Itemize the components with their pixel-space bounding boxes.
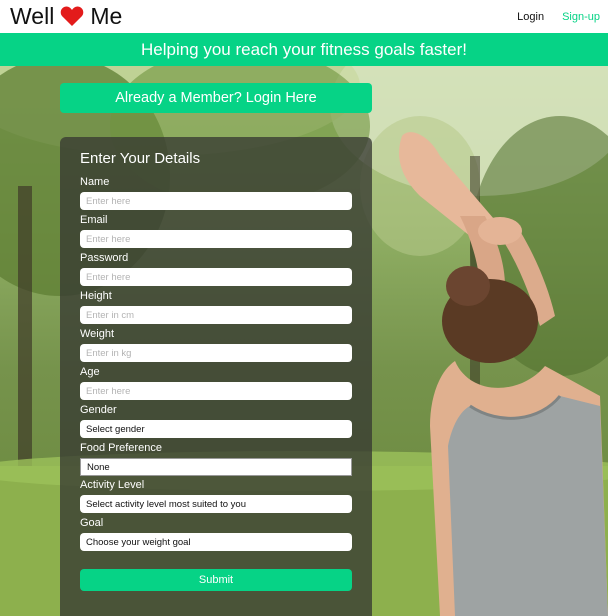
email-label: Email [80,214,108,226]
gender-label: Gender [80,404,117,416]
food-preference-select[interactable]: None [80,458,352,476]
signup-form-card: Enter Your Details Name Email Password H… [60,137,372,616]
gender-select[interactable]: Select gender [80,420,352,438]
submit-button[interactable]: Submit [80,569,352,591]
activity-level-label: Activity Level [80,479,145,491]
activity-level-select[interactable]: Select activity level most suited to you [80,495,352,513]
tagline-banner: Helping you reach your fitness goals fas… [0,33,608,66]
weight-label: Weight [80,328,115,340]
email-input[interactable] [80,230,352,248]
age-label: Age [80,366,100,378]
nav-links: Login Sign-up [517,0,600,33]
member-login-button[interactable]: Already a Member? Login Here [60,83,372,113]
password-label: Password [80,252,129,264]
nav-signup-link[interactable]: Sign-up [562,11,600,23]
height-label: Height [80,290,112,302]
weight-input[interactable] [80,344,352,362]
height-input[interactable] [80,306,352,324]
brand-logo[interactable]: Well Me [10,2,122,30]
heart-icon [61,6,84,26]
brand-text-right: Me [90,2,123,29]
age-input[interactable] [80,382,352,400]
nav-login-link[interactable]: Login [517,11,544,23]
goal-select[interactable]: Choose your weight goal [80,533,352,551]
brand-text-left: Well [10,2,55,29]
form-title: Enter Your Details [80,150,201,167]
goal-label: Goal [80,517,104,529]
top-navbar: Well Me Login Sign-up [0,0,608,34]
food-preference-label: Food Preference [80,442,162,454]
name-input[interactable] [80,192,352,210]
password-input[interactable] [80,268,352,286]
name-label: Name [80,176,110,188]
